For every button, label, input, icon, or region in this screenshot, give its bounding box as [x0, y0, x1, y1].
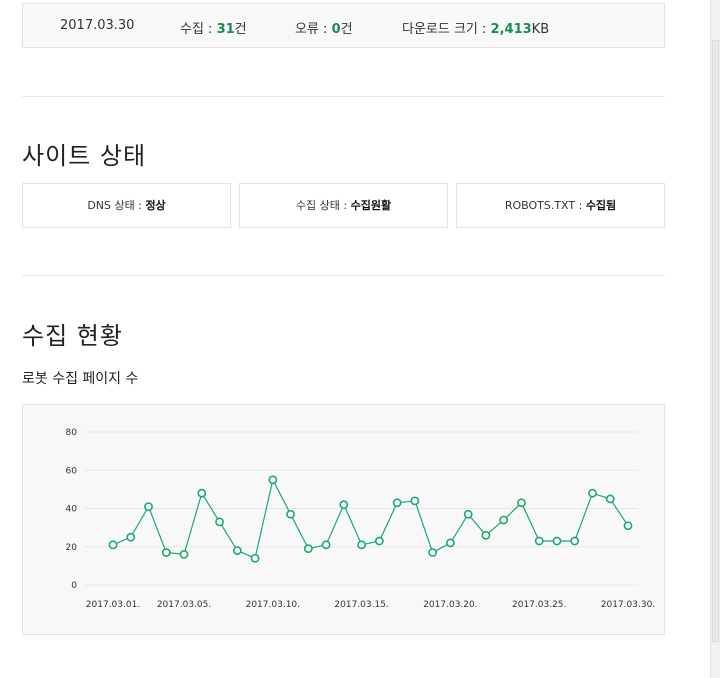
y-tick-label: 80 [66, 428, 78, 438]
vertical-scrollbar[interactable] [710, 0, 720, 678]
data-point [321, 540, 331, 550]
data-point [499, 515, 509, 525]
section-divider [22, 96, 665, 97]
x-tick-label: 2017.03.10. [246, 600, 300, 610]
collect-status-value: 수집원활 [350, 199, 392, 212]
data-point [108, 540, 118, 550]
summary-date: 2017.03.30 [60, 18, 135, 33]
collect-label: 수집 : [180, 22, 217, 37]
scrollbar-thumb[interactable] [712, 40, 719, 642]
data-point [623, 521, 633, 531]
download-label: 다운로드 크기 : [402, 22, 491, 37]
error-label: 오류 : [295, 22, 332, 37]
data-point [428, 548, 438, 557]
data-point [392, 498, 402, 508]
robot-pages-subtitle: 로봇 수집 페이지 수 [22, 371, 139, 387]
data-point [446, 538, 455, 548]
data-point [144, 502, 153, 511]
data-point [126, 532, 136, 542]
data-point [588, 488, 597, 498]
y-tick-label: 60 [66, 466, 78, 476]
data-point [250, 553, 260, 563]
collect-count: 31 [216, 22, 235, 37]
line-chart-svg: 0 20 40 60 80 2017.03.01. 2017.03.05. 2017.03.1… [66, 428, 656, 610]
data-point [268, 475, 278, 485]
data-point [374, 536, 384, 546]
dns-status-label: DNS 상태 : [87, 199, 146, 212]
y-tick-label: 40 [66, 505, 78, 515]
data-point [286, 509, 295, 519]
data-point [339, 500, 349, 510]
summary-bar: 2017.03.30 수집 : 31건 오류 : 0건 다운로드 크기 : 2,… [22, 3, 665, 48]
data-point [517, 498, 526, 508]
data-point [552, 536, 562, 546]
data-point [481, 530, 491, 540]
error-count: 0 [331, 22, 341, 37]
robots-status-value: 수집됨 [585, 199, 617, 212]
x-tick-label: 2017.03.25. [512, 600, 566, 610]
robot-pages-chart: 0 20 40 60 80 2017.03.01. 2017.03.05. 2017.03.1… [22, 404, 665, 635]
summary-collect: 수집 : 31건 [180, 18, 247, 37]
data-point [570, 536, 580, 546]
y-tick-label: 0 [71, 581, 77, 591]
x-tick-label: 2017.03.15. [334, 600, 388, 610]
download-size: 2,413 [490, 22, 532, 37]
data-point [357, 540, 367, 550]
y-tick-label: 20 [66, 543, 78, 553]
robots-status-label: ROBOTS.TXT : [504, 199, 586, 212]
x-tick-label: 2017.03.30. [601, 600, 655, 610]
collect-status-label: 수집 상태 : [295, 199, 351, 212]
download-unit: KB [531, 22, 550, 37]
data-point [232, 546, 242, 555]
collection-status-title: 수집 현황 [22, 322, 123, 350]
data-point [161, 548, 171, 557]
x-tick-label: 2017.03.20. [423, 600, 477, 610]
dns-status-box: DNS 상태 : 정상 [22, 183, 231, 228]
robots-status-box: ROBOTS.TXT : 수집됨 [456, 183, 665, 228]
summary-error: 오류 : 0건 [295, 18, 353, 37]
summary-download: 다운로드 크기 : 2,413KB [402, 18, 549, 37]
collect-unit: 건 [234, 22, 247, 37]
data-point [463, 509, 473, 519]
data-point [179, 549, 189, 559]
dns-status-value: 정상 [145, 199, 166, 212]
error-unit: 건 [340, 22, 353, 37]
data-point [534, 536, 544, 546]
data-point [215, 517, 224, 527]
data-point [410, 496, 420, 506]
data-point [197, 488, 207, 498]
site-status-title: 사이트 상태 [22, 142, 147, 170]
data-point [303, 544, 313, 554]
section-divider [22, 275, 665, 276]
data-point [605, 494, 615, 504]
collect-status-box: 수집 상태 : 수집원활 [239, 183, 448, 228]
x-tick-label: 2017.03.05. [157, 600, 211, 610]
x-tick-label: 2017.03.01. [86, 600, 140, 610]
